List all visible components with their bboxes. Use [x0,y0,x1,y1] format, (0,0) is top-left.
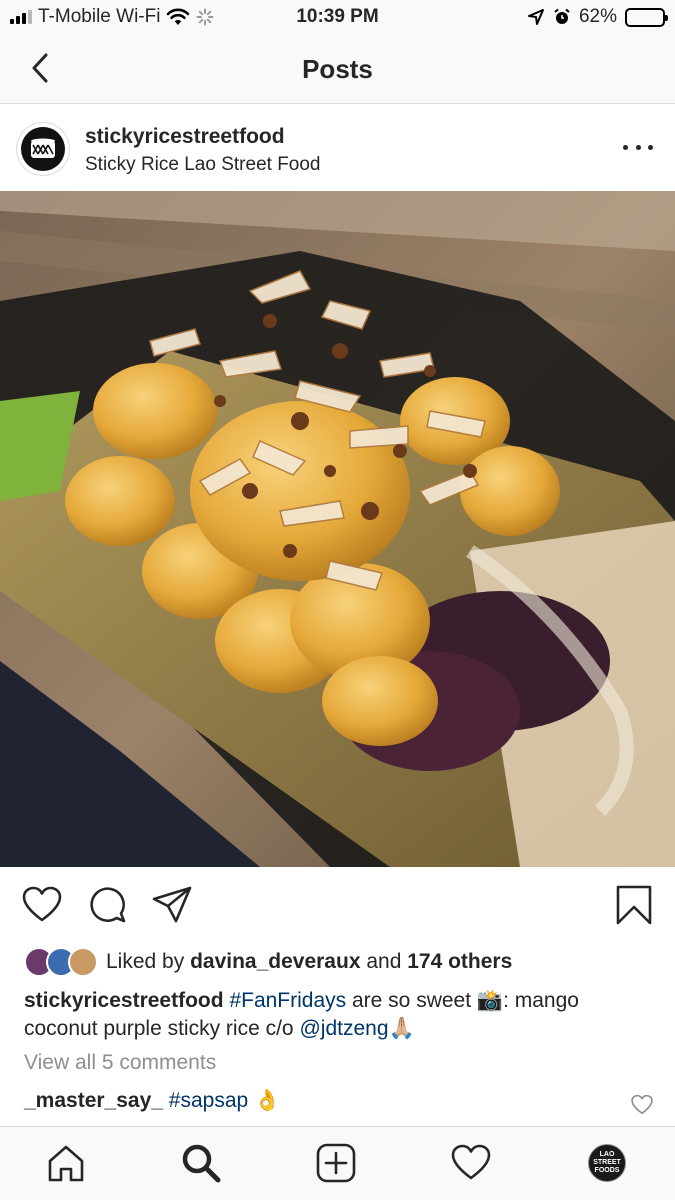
folded-hands-emoji: 🙏🏼 [388,1017,415,1040]
likes-prefix: Liked by [106,950,185,973]
sticky-rice-basket-icon [31,138,55,158]
more-horizontal-icon [623,144,628,150]
more-options-button[interactable] [623,135,653,159]
alarm-clock-icon [554,8,570,24]
status-bar: T-Mobile Wi-Fi 10:39 PM 62% [0,0,675,34]
paper-plane-icon [152,886,192,923]
nav-header: Posts [0,34,675,104]
post-account-subtitle[interactable]: Sticky Rice Lao Street Food [85,154,321,176]
post-header: stickyricestreetfood Sticky Rice Lao Str… [0,105,675,191]
status-right: 62% [527,6,668,28]
share-button[interactable] [152,885,192,925]
save-button[interactable] [614,885,654,925]
comment-like-button[interactable] [631,1094,653,1116]
plus-square-icon [316,1143,356,1183]
tab-profile[interactable]: LAO STREET FOODS [588,1144,626,1182]
battery-icon [625,7,668,27]
comment-button[interactable] [88,885,128,925]
tab-search[interactable] [181,1143,221,1183]
page-title: Posts [302,54,373,84]
liker-avatar [68,947,98,977]
comment-username[interactable]: _master_say_ [24,1089,163,1112]
like-button[interactable] [22,885,62,925]
tab-new-post[interactable] [316,1143,356,1183]
comment-bubble-icon [90,887,126,923]
caption-text: are so sweet [352,989,472,1012]
tab-activity[interactable] [451,1143,491,1183]
post-actions [0,867,675,945]
comment-hashtag[interactable]: #sapsap [169,1089,248,1112]
view-all-comments-link[interactable]: View all 5 comments [24,1051,216,1075]
caption-hashtag[interactable]: #FanFridays [229,989,346,1012]
heart-icon [451,1144,491,1180]
battery-percent: 62% [578,6,617,27]
profile-avatar-logo: LAO STREET FOODS [593,1151,621,1174]
account-avatar[interactable] [16,122,70,176]
likes-count[interactable]: 174 others [407,950,512,974]
post-username[interactable]: stickyricestreetfood [85,125,285,149]
post-photo[interactable] [0,191,675,867]
heart-icon [631,1094,653,1115]
food-photo [0,191,675,867]
tab-home[interactable] [46,1143,86,1183]
bottom-tab-bar: LAO STREET FOODS [0,1126,675,1200]
likes-summary[interactable]: Liked by davina_deveraux and 174 others [24,945,512,979]
post-caption: stickyricestreetfood #FanFridays are so … [24,987,654,1043]
caption-mention[interactable]: @jdtzeng [299,1017,388,1040]
home-icon [48,1145,84,1182]
bookmark-icon [616,885,652,925]
camera-flash-emoji: 📸 [476,989,504,1012]
search-icon [182,1144,221,1183]
comment-row: _master_say_ #sapsap 👌 [24,1089,280,1113]
location-arrow-icon [527,9,544,25]
avatar-logo [21,127,65,171]
liker-username[interactable]: davina_deveraux [190,950,360,974]
ok-hand-emoji: 👌 [254,1089,281,1112]
likes-joiner: and [366,950,402,973]
caption-username[interactable]: stickyricestreetfood [24,989,224,1012]
liker-avatars [24,946,100,978]
heart-icon [22,886,62,922]
